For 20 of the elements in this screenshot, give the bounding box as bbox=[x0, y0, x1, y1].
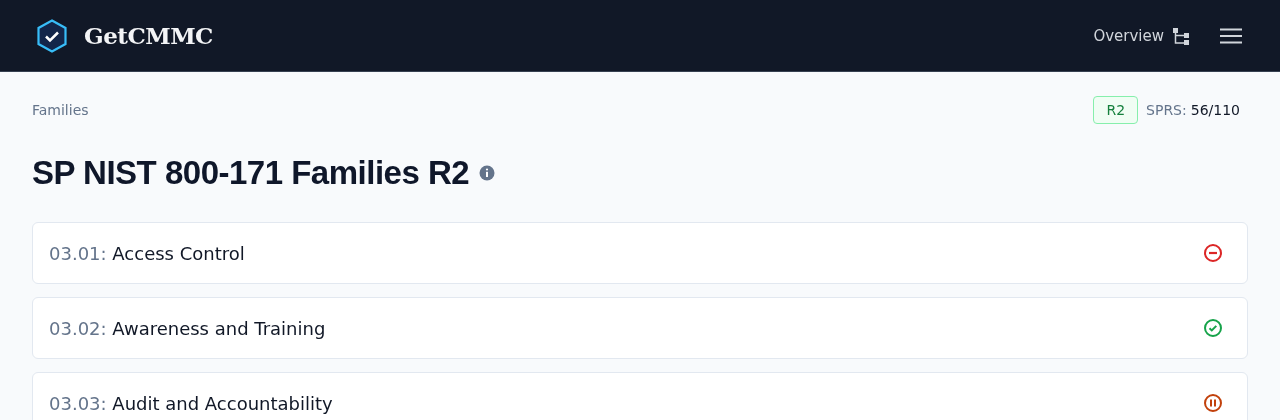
minus-circle-icon bbox=[1203, 243, 1223, 263]
breadcrumb-link[interactable]: Families bbox=[32, 102, 89, 118]
revision-badge: R2 bbox=[1093, 96, 1139, 124]
sprs-score: 56/110 bbox=[1190, 102, 1240, 118]
info-icon[interactable] bbox=[479, 165, 496, 181]
family-card[interactable]: 03.03: Audit and Accountability bbox=[32, 372, 1248, 420]
family-name: 03.02: Awareness and Training bbox=[49, 317, 327, 339]
sprs-label: SPRS: bbox=[1146, 102, 1187, 118]
overview-link[interactable]: Overview bbox=[1093, 26, 1190, 45]
shield-check-logo-icon bbox=[36, 18, 68, 53]
menu-icon[interactable] bbox=[1220, 27, 1242, 44]
pause-circle-icon bbox=[1203, 393, 1223, 413]
family-card[interactable]: 03.02: Awareness and Training bbox=[32, 297, 1248, 359]
brand-name: GetCMMC bbox=[84, 22, 213, 49]
family-name: 03.03: Audit and Accountability bbox=[49, 392, 334, 414]
check-circle-icon bbox=[1203, 318, 1223, 338]
family-card[interactable]: 03.01: Access Control bbox=[32, 222, 1248, 284]
page-title: SP NIST 800-171 Families R2 bbox=[32, 154, 470, 192]
hierarchy-icon bbox=[1172, 26, 1190, 45]
family-name: 03.01: Access Control bbox=[49, 242, 246, 264]
